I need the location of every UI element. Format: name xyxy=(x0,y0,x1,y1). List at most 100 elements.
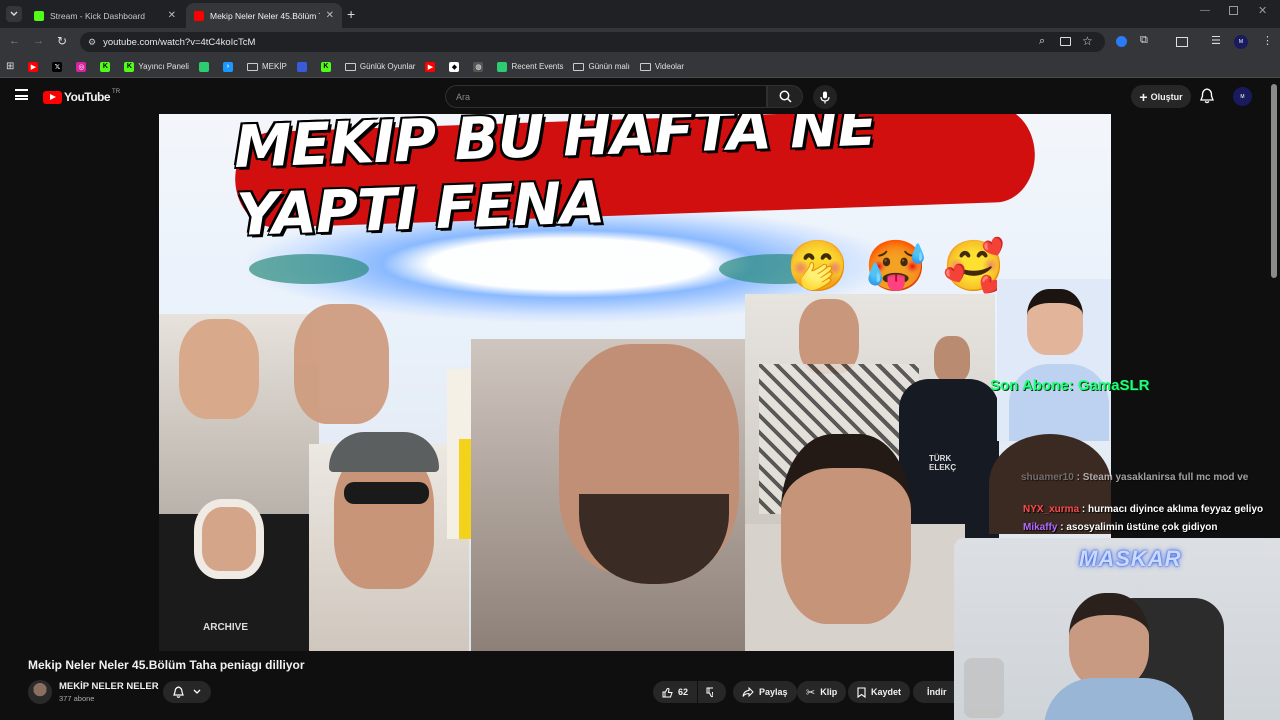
bookmark-folder-gunluk-oyunlar[interactable]: Günlük Oyunlar xyxy=(344,62,416,71)
thumbs-down-icon xyxy=(706,687,713,697)
share-button[interactable]: Paylaş xyxy=(733,681,797,703)
bookmark-star-icon[interactable]: ☆ xyxy=(1082,34,1093,48)
prime-icon: › xyxy=(222,61,233,72)
close-icon[interactable]: ✕ xyxy=(326,10,334,21)
folder-icon xyxy=(573,62,585,71)
close-window-button[interactable]: ✕ xyxy=(1258,4,1267,17)
address-bar[interactable]: ⚙ youtube.com/watch?v=4tC4koIcTcM xyxy=(80,32,1105,52)
bell-icon xyxy=(173,686,185,698)
app-icon xyxy=(296,61,307,72)
account-avatar[interactable]: M xyxy=(1233,87,1252,106)
extension-icon[interactable] xyxy=(1116,36,1127,47)
bookmark-youtube-2[interactable]: ▶ xyxy=(425,61,439,72)
bookmark-folder-videolar[interactable]: Videolar xyxy=(639,62,684,71)
microphone-icon xyxy=(820,91,830,103)
apps-grid-icon[interactable]: ⊞ xyxy=(6,61,14,72)
bookmark-folder-gunun-mali[interactable]: Günün malı xyxy=(573,62,630,71)
cast-icon[interactable] xyxy=(1060,37,1071,46)
minimize-button[interactable]: — xyxy=(1200,5,1210,16)
channel-avatar[interactable] xyxy=(28,680,52,704)
kick-icon: K xyxy=(100,61,111,72)
thumbnail-face xyxy=(934,336,970,382)
share-icon xyxy=(742,687,754,697)
hand-over-mouth-emoji-icon: 🤭 xyxy=(786,237,850,294)
subscription-bell-button[interactable] xyxy=(163,681,211,703)
profile-avatar[interactable]: M xyxy=(1234,35,1248,49)
tab-youtube-video[interactable]: Mekip Neler Neler 45.Bölüm Ta ✕ xyxy=(186,3,342,28)
chrome-menu-icon[interactable]: ⋮ xyxy=(1262,34,1273,47)
side-panel-icon[interactable] xyxy=(1176,37,1188,47)
share-label: Paylaş xyxy=(759,687,788,697)
thumbnail-shirt-text: ARCHIVE xyxy=(203,622,249,633)
bookmarks-bar: ⊞ ▶ 𝕏 ◎ K K Yayıncı Paneli › MEKİP K Günl… xyxy=(0,56,1280,78)
chat-message: NYX_xurma : hurmacı diyince aklıma feyya… xyxy=(1023,504,1264,515)
like-count: 62 xyxy=(677,687,688,697)
youtube-play-icon xyxy=(43,90,62,104)
chat-text: Steam yasaklanirsa full mc mod ve xyxy=(1082,472,1249,483)
bookmark-prime[interactable]: › xyxy=(222,61,237,72)
search-input[interactable]: Ara xyxy=(445,85,767,108)
youtube-wordmark: YouTube xyxy=(64,90,111,104)
chat-username: NYX_xurma xyxy=(1023,504,1080,515)
chat-message: Mikaffy : asosyalimin üstüne çok gidiyon xyxy=(1023,522,1218,533)
app-icon xyxy=(497,61,508,72)
youtube-icon: ▶ xyxy=(425,61,436,72)
youtube-logo[interactable]: YouTube TR xyxy=(43,89,120,104)
page-scrollbar[interactable] xyxy=(1271,84,1277,278)
chevron-down-icon xyxy=(193,689,201,694)
bookmark-yayinci-paneli[interactable]: K Yayıncı Paneli xyxy=(124,61,189,72)
bookmark-game[interactable]: ◆ xyxy=(449,61,463,72)
bookmark-youtube[interactable]: ▶ xyxy=(28,61,42,72)
create-button[interactable]: + Oluştur xyxy=(1131,85,1191,108)
browser-toolbar: ← → ↻ ⚙ youtube.com/watch?v=4tC4koIcTcM … xyxy=(0,28,1280,56)
new-tab-button[interactable]: + xyxy=(347,6,355,22)
bookmark-globe[interactable]: ◍ xyxy=(473,61,487,72)
reading-list-icon[interactable]: ☰ xyxy=(1211,34,1221,47)
zoom-icon[interactable]: ⌕ xyxy=(1039,35,1045,48)
download-button[interactable]: İndir xyxy=(913,681,954,703)
create-label: Oluştur xyxy=(1150,91,1183,102)
like-button[interactable]: 62 xyxy=(653,681,697,703)
channel-name[interactable]: MEKİP NELER NELER xyxy=(59,681,159,692)
dislike-button[interactable] xyxy=(698,681,726,703)
tab-kick-dashboard[interactable]: Stream - Kick Dashboard ✕ xyxy=(26,3,184,28)
webcam-streamer-head xyxy=(1069,593,1149,688)
bookmark-app-2[interactable] xyxy=(296,61,311,72)
bookmark-recent-events[interactable]: Recent Events xyxy=(497,61,563,72)
folder-icon xyxy=(639,62,651,71)
reload-button[interactable]: ↻ xyxy=(57,34,67,48)
folder-icon xyxy=(344,62,356,71)
site-info-icon[interactable]: ⚙ xyxy=(88,37,96,48)
tab-search-button[interactable] xyxy=(6,6,22,22)
chat-text: asosyalimin üstüne çok gidiyon xyxy=(1066,522,1218,533)
bookmark-kick-2[interactable]: K xyxy=(320,61,335,72)
bookmark-app[interactable] xyxy=(198,61,213,72)
bookmark-label: MEKİP xyxy=(261,62,287,71)
bell-icon xyxy=(1200,88,1214,104)
restore-button[interactable] xyxy=(1229,6,1238,15)
bookmark-instagram[interactable]: ◎ xyxy=(76,61,90,72)
bookmark-folder-mekip[interactable]: MEKİP xyxy=(246,62,287,71)
bookmark-label: Günlük Oyunlar xyxy=(359,62,416,71)
webcam-name-logo: MASKAR xyxy=(1079,546,1182,571)
notifications-button[interactable] xyxy=(1200,88,1214,109)
extensions-puzzle-icon[interactable]: ⧉ xyxy=(1140,34,1148,47)
youtube-icon xyxy=(194,10,204,21)
back-button[interactable]: ← xyxy=(9,35,20,47)
chat-username: Mikaffy xyxy=(1023,522,1058,533)
bookmark-kick[interactable]: K xyxy=(100,61,114,72)
bookmark-label: Yayıncı Paneli xyxy=(138,62,189,71)
bookmark-x[interactable]: 𝕏 xyxy=(52,61,66,72)
close-icon[interactable]: ✕ xyxy=(168,10,176,21)
instagram-icon: ◎ xyxy=(76,61,87,72)
clip-button[interactable]: ✂ Klip xyxy=(797,681,847,703)
chat-text: hurmacı diyince aklıma feyyaz geliyo xyxy=(1088,504,1264,515)
search-button[interactable] xyxy=(767,85,803,108)
forward-button[interactable]: → xyxy=(33,35,44,47)
save-button[interactable]: Kaydet xyxy=(848,681,911,703)
video-title: Mekip Neler Neler 45.Bölüm Taha peniagı … xyxy=(28,658,305,672)
download-label: İndir xyxy=(927,687,947,697)
search-placeholder: Ara xyxy=(456,91,471,102)
voice-search-button[interactable] xyxy=(813,85,837,109)
menu-icon[interactable] xyxy=(15,89,28,100)
